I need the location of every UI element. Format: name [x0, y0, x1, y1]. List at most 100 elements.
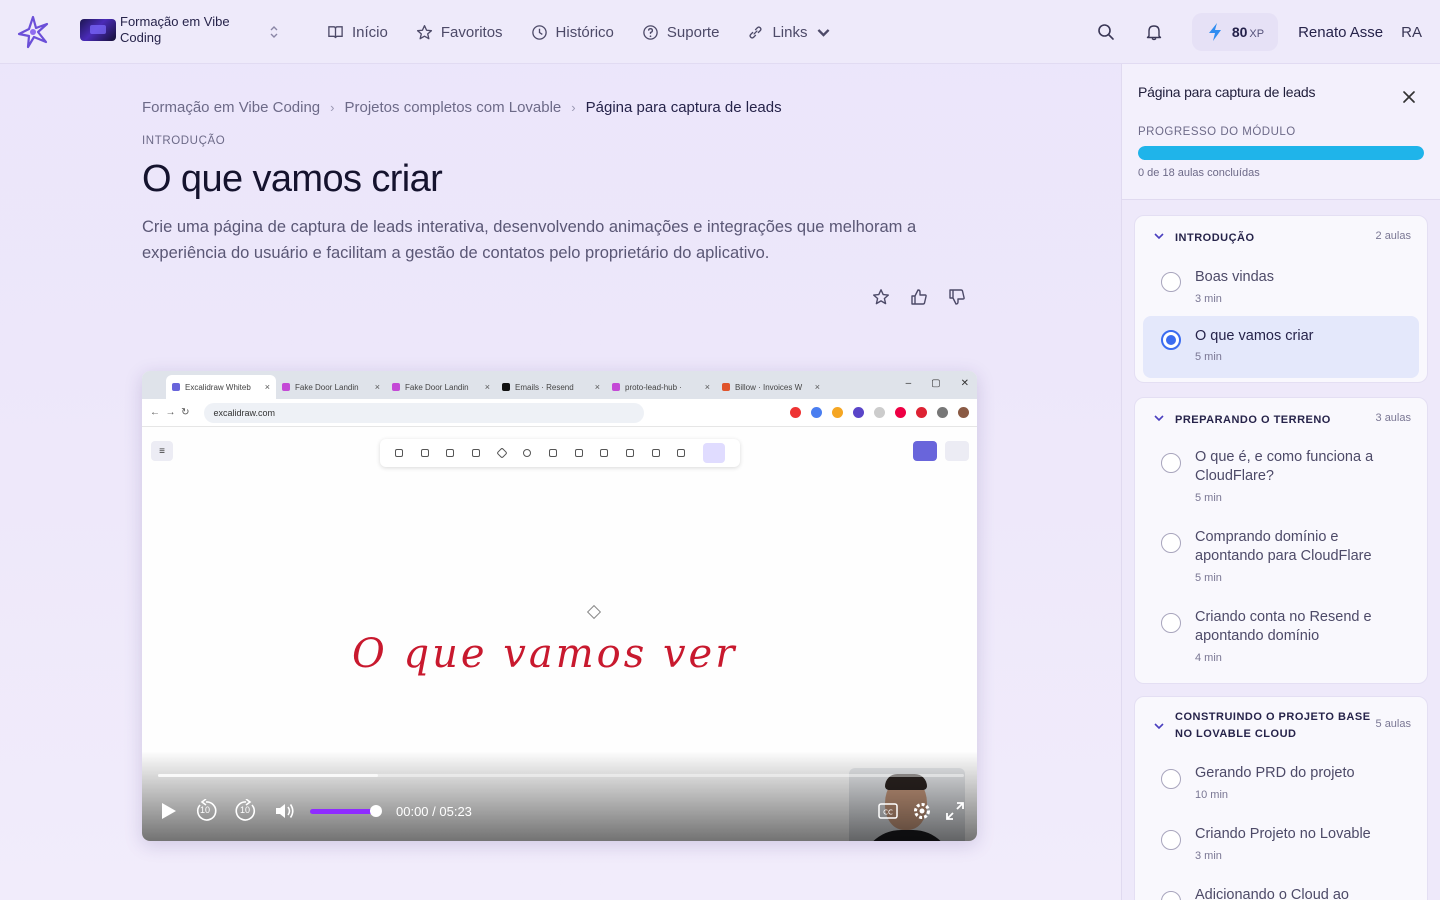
nav-suporte[interactable]: Suporte [642, 24, 719, 41]
breadcrumb-section[interactable]: Projetos completos com Lovable [345, 99, 562, 116]
skip-forward-button[interactable]: 10 [234, 799, 258, 823]
extension-icon [895, 407, 906, 418]
dislike-button[interactable] [946, 286, 968, 308]
breadcrumb: Formação em Vibe Coding › Projetos compl… [142, 99, 782, 116]
line-icon [574, 449, 583, 457]
video-browser-tabs: Excalidraw Whiteb × Fake Door Landin × Fak… [142, 371, 977, 399]
lesson-item[interactable]: Criando conta no Resend e apontando domí… [1143, 598, 1419, 678]
module-header[interactable]: CONSTRUINDO O PROJETO BASE NO LOVABLE CL… [1135, 697, 1427, 753]
text-icon [626, 449, 635, 457]
xp-unit: XP [1249, 28, 1265, 40]
lesson-duration: 5 min [1195, 572, 1222, 584]
search-button[interactable] [1088, 14, 1124, 50]
module-card: PREPARANDO O TERRENO 3 aulas O que é, e … [1134, 397, 1428, 684]
nav-historico[interactable]: Histórico [531, 24, 614, 41]
skip-back-button[interactable]: 10 [194, 799, 218, 823]
chevron-down-icon [1153, 231, 1165, 241]
close-icon [1402, 90, 1416, 104]
lesson-title: Criando Projeto no Lovable [1195, 826, 1371, 842]
fullscreen-button[interactable] [946, 802, 964, 820]
video-tab-label: Fake Door Landin [405, 382, 469, 392]
lesson-status-radio [1161, 533, 1181, 553]
avatar[interactable]: RA [1401, 24, 1422, 41]
close-icon: × [484, 382, 490, 392]
excalidraw-icon [172, 383, 180, 391]
chevron-down-icon [1153, 413, 1165, 423]
lesson-item[interactable]: Gerando PRD do projeto 10 min [1143, 753, 1419, 814]
video-tab: Excalidraw Whiteb × [166, 375, 276, 399]
thumbs-up-icon [910, 288, 928, 306]
video-window-controls: – ▢ ✕ [906, 378, 969, 389]
video-tab-label: Fake Door Landin [295, 382, 359, 392]
lesson-item[interactable]: Criando Projeto no Lovable 3 min [1143, 814, 1419, 875]
xp-badge[interactable]: 80 XP [1191, 13, 1279, 51]
extension-icon [790, 407, 801, 418]
course-switcher[interactable]: Formação em Vibe Coding [80, 14, 278, 46]
lovable-icon [282, 383, 290, 391]
extension-icon [811, 407, 822, 418]
play-button[interactable] [158, 801, 178, 821]
close-sidebar-button[interactable] [1398, 86, 1420, 108]
app-logo-icon[interactable] [16, 15, 50, 49]
nav-inicio[interactable]: Início [327, 24, 388, 41]
billow-icon [722, 383, 730, 391]
volume-slider[interactable] [310, 804, 382, 817]
maximize-icon: ▢ [931, 378, 941, 389]
lesson-duration: 3 min [1195, 293, 1222, 305]
lightning-icon [1206, 22, 1224, 42]
nav-inicio-label: Início [352, 23, 388, 41]
module-sidebar: Página para captura de leads PROGRESSO D… [1121, 64, 1440, 900]
module-progress-bar [1138, 146, 1424, 160]
module-name: CONSTRUINDO O PROJETO BASE NO LOVABLE CL… [1175, 711, 1371, 740]
settings-button[interactable] [912, 801, 932, 821]
captions-button[interactable]: CC [878, 803, 898, 819]
like-button[interactable] [908, 286, 930, 308]
lesson-item[interactable]: Boas vindas 3 min [1143, 256, 1419, 316]
lesson-item[interactable]: Adicionando o Cloud ao [1143, 875, 1419, 900]
hamburger-icon: ≡ [151, 441, 173, 461]
module-name: PREPARANDO O TERRENO [1175, 414, 1331, 426]
mute-button[interactable] [274, 801, 296, 821]
image-icon [651, 449, 660, 457]
notifications-button[interactable] [1136, 14, 1172, 50]
lesson-title: Gerando PRD do projeto [1195, 765, 1355, 781]
lesson-status-radio [1161, 272, 1181, 292]
video-tab: Fake Door Landin × [386, 375, 496, 399]
nav-favoritos[interactable]: Favoritos [416, 24, 503, 41]
diamond-icon [495, 447, 508, 459]
breadcrumb-course[interactable]: Formação em Vibe Coding [142, 99, 320, 116]
extension-icon [832, 407, 843, 418]
lesson-item[interactable]: O que é, e como funciona a CloudFlare? 5… [1143, 438, 1419, 518]
video-tab-label: Billow · Invoices W [735, 382, 803, 392]
module-header[interactable]: INTRODUÇÃO 2 aulas [1135, 216, 1427, 256]
thumbs-down-icon [948, 288, 966, 306]
close-icon: ✕ [960, 378, 969, 389]
extension-icon [937, 407, 948, 418]
lesson-duration: 10 min [1195, 789, 1229, 801]
link-icon [747, 24, 764, 41]
chevron-right-icon: › [571, 100, 576, 115]
module-header[interactable]: PREPARANDO O TERRENO 3 aulas [1135, 398, 1427, 438]
lesson-title: O que vamos criar [1195, 328, 1314, 344]
browser-extension-icons [790, 407, 969, 418]
extension-icon [874, 407, 885, 418]
skip-forward-seconds: 10 [240, 805, 251, 815]
play-icon [158, 801, 178, 821]
controls-overlay [142, 751, 977, 841]
nav-links-dropdown[interactable]: Links [747, 24, 832, 41]
lock-icon [394, 449, 403, 457]
lesson-status-radio [1161, 830, 1181, 850]
seek-bar[interactable] [158, 774, 964, 777]
nav-right-group: 80 XP Renato Asse RA [1088, 0, 1422, 64]
lesson-item[interactable]: Comprando domínio e apontando para Cloud… [1143, 518, 1419, 598]
lesson-duration: 4 min [1195, 652, 1222, 664]
lesson-title: Adicionando o Cloud ao [1195, 887, 1349, 900]
book-icon [327, 24, 344, 41]
lesson-item-active[interactable]: O que vamos criar 5 min [1143, 316, 1419, 378]
favorite-button[interactable] [870, 286, 892, 308]
sidebar-header: Página para captura de leads PROGRESSO D… [1122, 64, 1440, 200]
video-player[interactable]: Excalidraw Whiteb × Fake Door Landin × Fak… [142, 371, 977, 841]
bell-icon [1145, 23, 1163, 41]
captions-icon: CC [878, 803, 898, 819]
lesson-status-radio [1161, 453, 1181, 473]
